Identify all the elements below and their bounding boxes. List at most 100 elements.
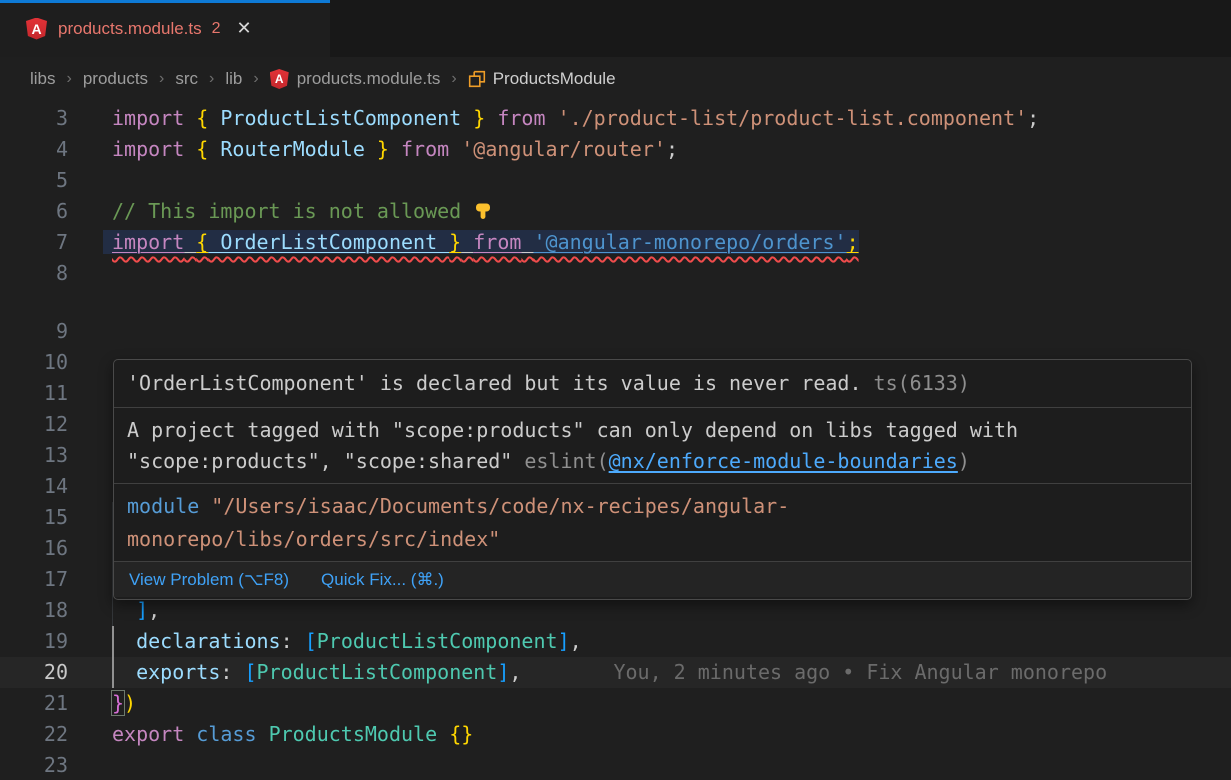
code-line[interactable]: 19 declarations: [ProductListComponent],: [0, 626, 1231, 657]
line-number[interactable]: 18: [0, 595, 68, 626]
code-token: {: [196, 230, 208, 254]
code-token: './product-list/product-list.component': [558, 106, 1028, 130]
code-text[interactable]: [112, 165, 1231, 196]
code-editor[interactable]: 3 import { ProductListComponent } from '.…: [0, 101, 1231, 780]
code-token: [521, 230, 533, 254]
breadcrumb-symbol-label: ProductsModule: [493, 69, 616, 89]
diagnostic-text-line1: A project tagged with "scope:products" c…: [127, 418, 1018, 442]
code-text[interactable]: exports: [ProductListComponent],You, 2 m…: [112, 657, 1231, 688]
breadcrumb-separator: ›: [209, 70, 214, 88]
code-text[interactable]: // This import is not allowed: [112, 196, 1231, 227]
line-number[interactable]: 15: [0, 502, 68, 533]
error-highlighted-statement[interactable]: import { OrderListComponent } from '@ang…: [112, 230, 859, 254]
breadcrumb-item-lib[interactable]: lib: [225, 69, 242, 89]
line-number[interactable]: 21: [0, 688, 68, 719]
view-problem-action[interactable]: View Problem (⌥F8): [129, 570, 289, 590]
code-text[interactable]: [112, 750, 1231, 780]
module-path-line1: "/Users/isaac/Documents/code/nx-recipes/…: [199, 494, 789, 518]
code-line[interactable]: 5: [0, 165, 1231, 196]
line-number[interactable]: 22: [0, 719, 68, 750]
code-token: ProductListComponent: [257, 660, 498, 684]
code-line[interactable]: 21}): [0, 688, 1231, 719]
angular-icon: A: [270, 69, 289, 89]
code-token: from: [497, 106, 545, 130]
code-token: }: [111, 690, 125, 716]
line-number[interactable]: 7: [0, 227, 68, 258]
line-number[interactable]: 4: [0, 134, 68, 165]
breadcrumb-item-src[interactable]: src: [175, 69, 198, 89]
code-token: exports: [136, 660, 220, 684]
code-text[interactable]: import { RouterModule } from '@angular/r…: [112, 134, 1231, 165]
code-text[interactable]: }): [112, 688, 1231, 719]
line-number[interactable]: 10: [0, 347, 68, 378]
code-token: [461, 230, 473, 254]
line-number[interactable]: 11: [0, 378, 68, 409]
diagnostic-source-prefix: eslint(: [512, 449, 608, 473]
code-token: [112, 598, 136, 622]
code-text[interactable]: [112, 258, 1231, 289]
line-number[interactable]: 13: [0, 440, 68, 471]
code-line[interactable]: 20 exports: [ProductListComponent],You, …: [0, 657, 1231, 688]
tab-error-count-badge: 2: [212, 20, 221, 38]
tab-bar: A products.module.ts 2 ✕: [0, 0, 1231, 57]
line-number[interactable]: 23: [0, 750, 68, 780]
breadcrumb-item-symbol[interactable]: ProductsModule: [468, 69, 616, 89]
close-icon[interactable]: ✕: [237, 18, 252, 39]
angular-icon: A: [26, 18, 47, 40]
code-token: :: [220, 660, 244, 684]
line-number[interactable]: 16: [0, 533, 68, 564]
code-token: [112, 660, 136, 684]
breadcrumb-item-libs[interactable]: libs: [30, 69, 56, 89]
line-number[interactable]: 20: [0, 657, 68, 688]
code-token: ,: [148, 598, 160, 622]
diagnostic-source-suffix: ): [958, 449, 970, 473]
code-token: export: [112, 722, 184, 746]
code-text[interactable]: import { OrderListComponent } from '@ang…: [112, 227, 1231, 258]
code-text[interactable]: export class ProductsModule {}: [112, 719, 1231, 750]
code-line[interactable]: 22 export class ProductsModule {}: [0, 719, 1231, 750]
breadcrumb-item-products[interactable]: products: [83, 69, 148, 89]
line-number[interactable]: 19: [0, 626, 68, 657]
code-token: declarations: [136, 629, 281, 653]
breadcrumb-item-file[interactable]: A products.module.ts: [270, 69, 441, 89]
ts-diagnostic-message: 'OrderListComponent' is declared but its…: [114, 360, 1191, 407]
line-number[interactable]: 5: [0, 165, 68, 196]
code-text[interactable]: import { ProductListComponent } from './…: [112, 103, 1231, 134]
eslint-rule-link[interactable]: @nx/enforce-module-boundaries: [609, 449, 958, 473]
code-token: [546, 106, 558, 130]
line-number[interactable]: 12: [0, 409, 68, 440]
line-number[interactable]: 14: [0, 471, 68, 502]
code-token: [449, 137, 461, 161]
code-token: ,: [509, 660, 521, 684]
code-token: [184, 722, 196, 746]
code-line[interactable]: 4 import { RouterModule } from '@angular/…: [0, 134, 1231, 165]
code-token: from: [401, 137, 449, 161]
code-token: [112, 629, 136, 653]
code-token: {: [196, 137, 208, 161]
code-token: ): [124, 691, 136, 715]
line-number[interactable]: 17: [0, 564, 68, 595]
tab-products-module[interactable]: A products.module.ts 2 ✕: [0, 0, 330, 57]
code-text[interactable]: [112, 316, 1231, 347]
code-line[interactable]: 23: [0, 750, 1231, 780]
indent-guide: [112, 595, 113, 626]
diagnostic-hover-popup: 'OrderListComponent' is declared but its…: [113, 359, 1192, 600]
breadcrumb-separator: ›: [159, 70, 164, 88]
code-token: '@angular/router': [461, 137, 666, 161]
code-token: // This import is not allowed: [112, 199, 473, 223]
line-number[interactable]: 9: [0, 316, 68, 347]
quick-fix-action[interactable]: Quick Fix... (⌘.): [321, 570, 444, 590]
code-line[interactable]: 7 import { OrderListComponent } from '@an…: [0, 227, 1231, 258]
line-number[interactable]: 8: [0, 258, 68, 289]
code-line[interactable]: 3 import { ProductListComponent } from '.…: [0, 103, 1231, 134]
line-number[interactable]: 6: [0, 196, 68, 227]
code-line[interactable]: 8: [0, 258, 1231, 289]
code-token: ;: [847, 230, 859, 254]
code-line[interactable]: 9: [0, 316, 1231, 347]
pointing-down-emoji: [473, 199, 493, 230]
code-token: [184, 230, 196, 254]
line-number[interactable]: 3: [0, 103, 68, 134]
diagnostic-source: ts(6133): [862, 371, 970, 395]
code-text[interactable]: declarations: [ProductListComponent],: [112, 626, 1231, 657]
code-line[interactable]: 6 // This import is not allowed: [0, 196, 1231, 227]
